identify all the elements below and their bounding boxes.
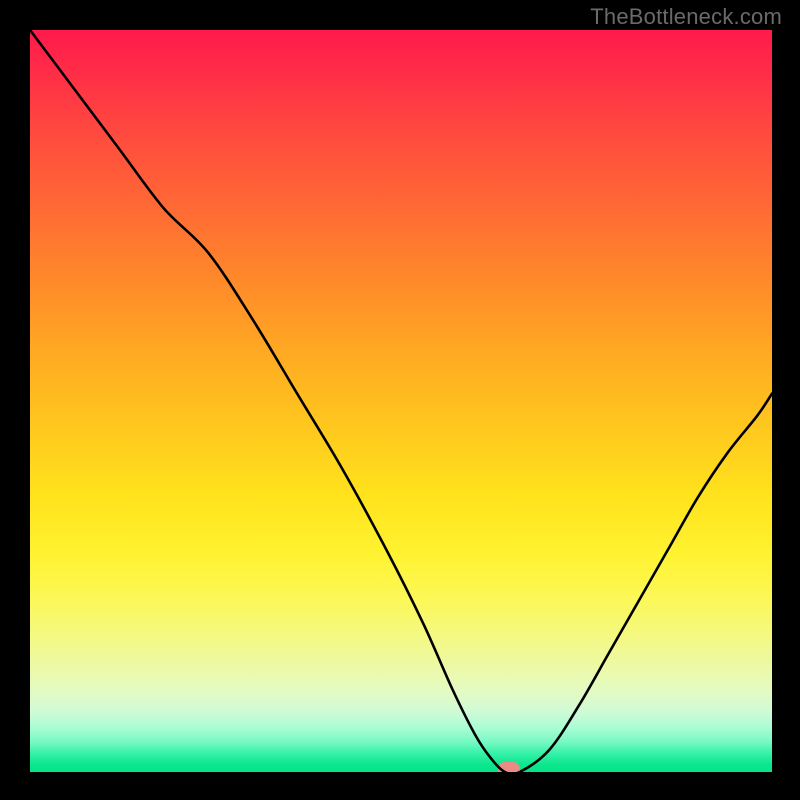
chart-frame: TheBottleneck.com: [0, 0, 800, 800]
bottleneck-curve: [30, 30, 772, 772]
watermark-text: TheBottleneck.com: [590, 4, 782, 30]
plot-area: [30, 30, 772, 772]
